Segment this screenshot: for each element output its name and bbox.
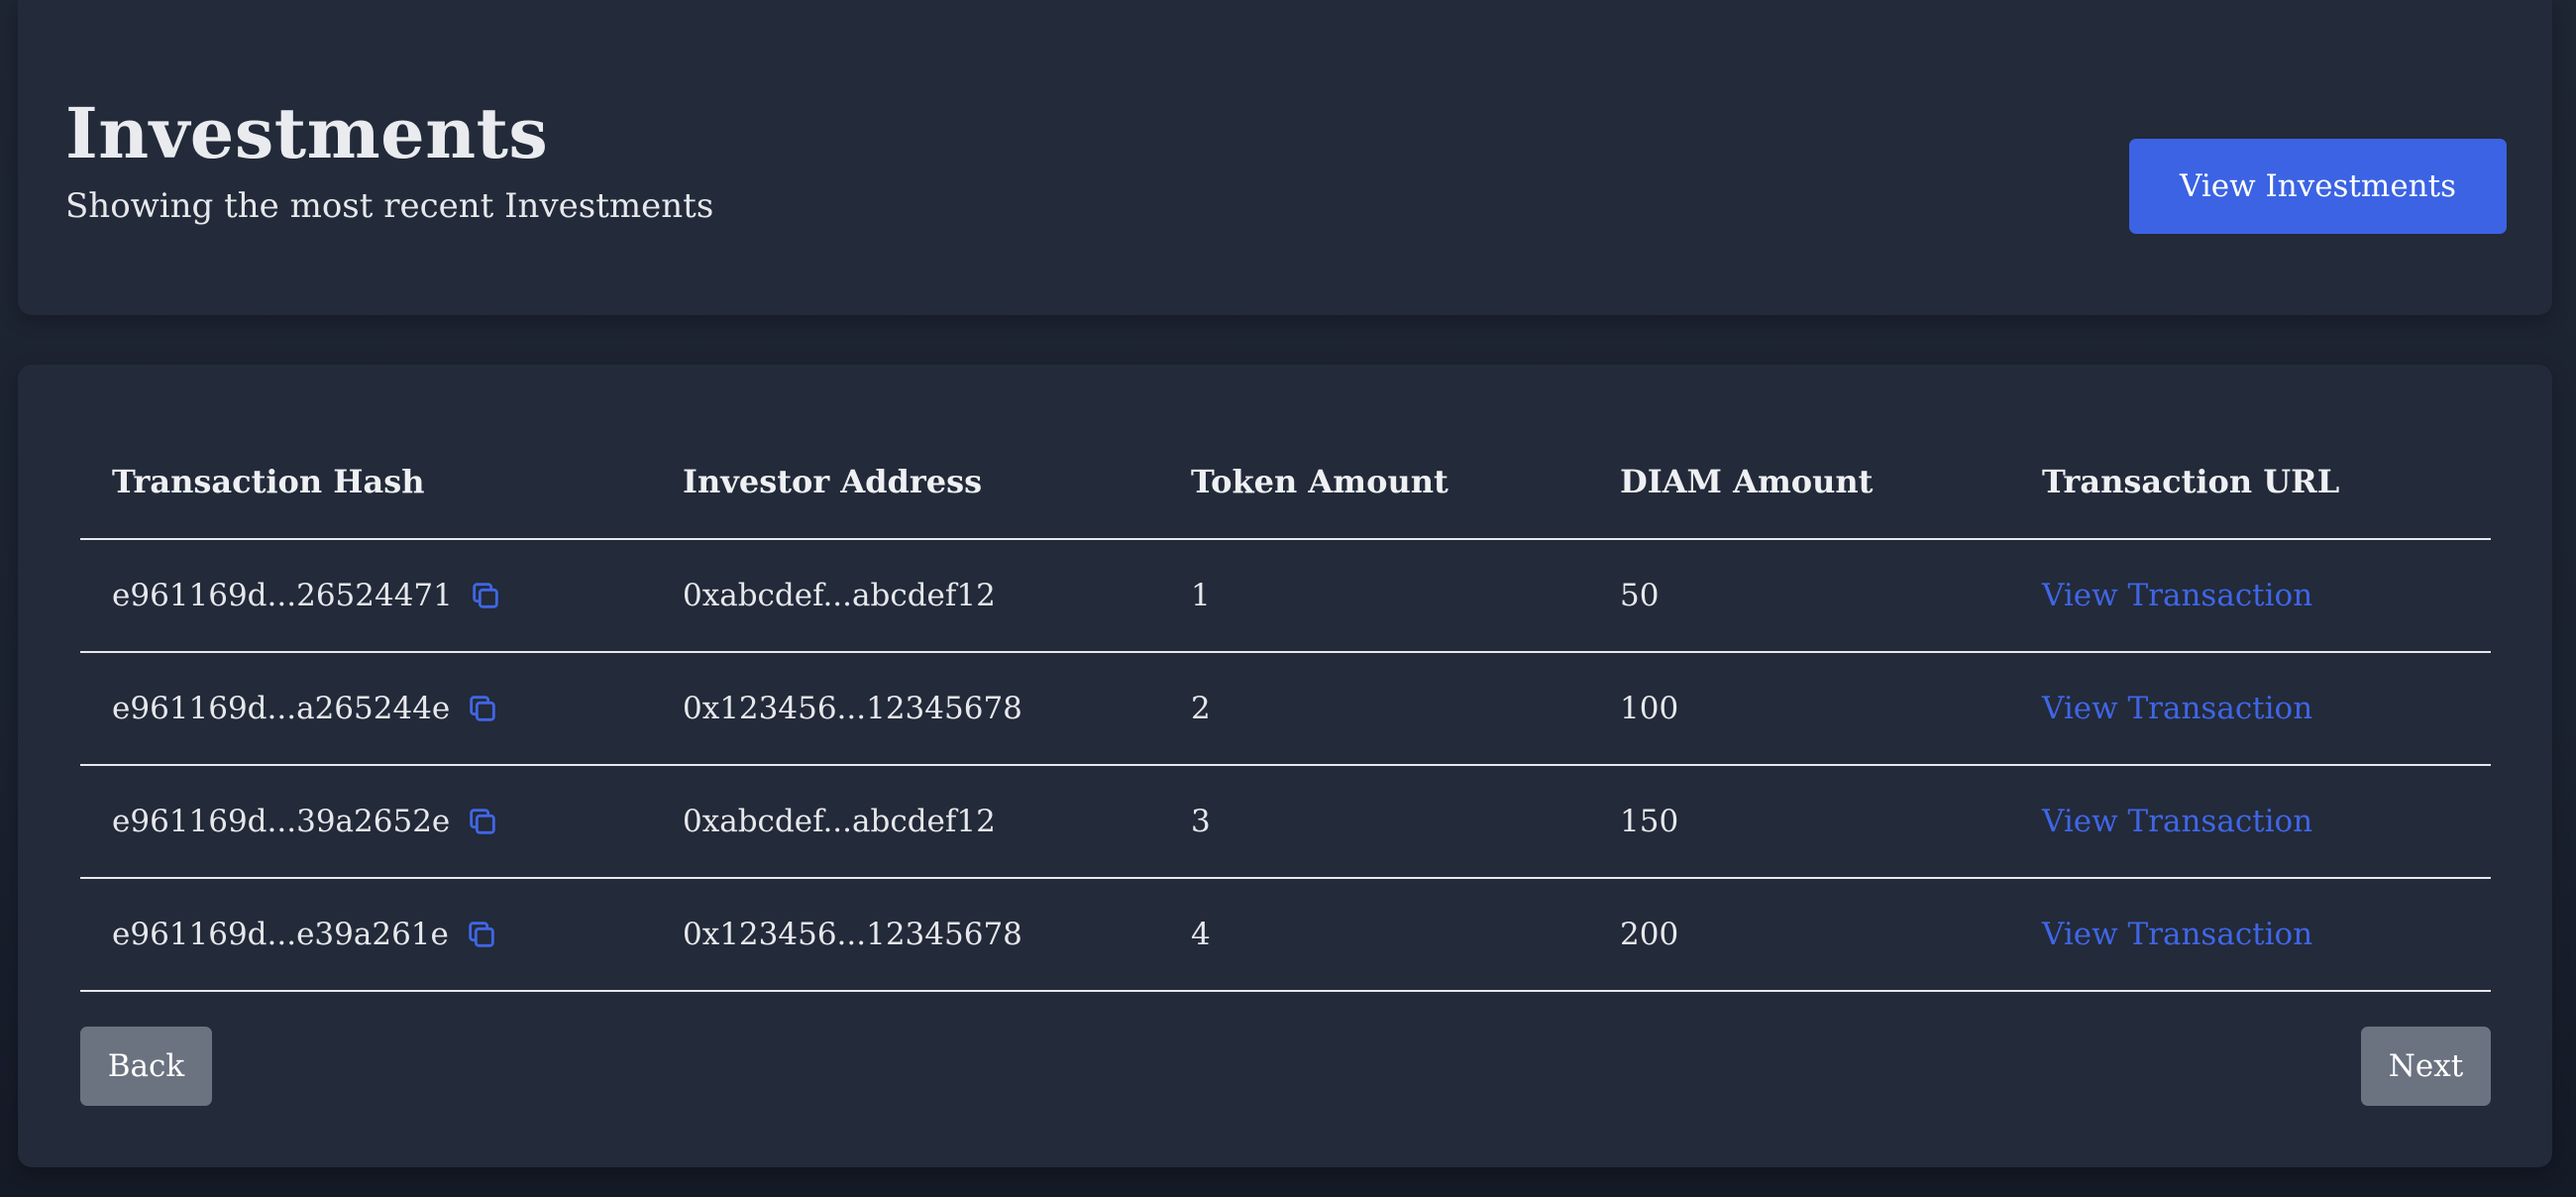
investor-address: 0xabcdef...abcdef12 (651, 539, 1159, 653)
back-button[interactable]: Back (80, 1027, 212, 1106)
transaction-hash-cell: e961169d...26524471 (80, 539, 651, 653)
table-header-row: Transaction Hash Investor Address Token … (80, 424, 2491, 540)
token-amount: 1 (1159, 539, 1588, 653)
table-row: e961169d...e39a261e 0x123456...12345678 … (80, 878, 2491, 992)
copy-icon[interactable] (469, 579, 502, 612)
token-amount: 3 (1159, 765, 1588, 879)
transaction-hash-cell: e961169d...a265244e (80, 652, 651, 766)
column-header-diam-amount: DIAM Amount (1588, 424, 2010, 540)
investments-table: Transaction Hash Investor Address Token … (80, 424, 2491, 992)
column-header-transaction-hash: Transaction Hash (80, 424, 651, 540)
investments-table-card: Transaction Hash Investor Address Token … (18, 365, 2552, 1167)
investor-address: 0xabcdef...abcdef12 (651, 765, 1159, 879)
transaction-url-cell: View Transaction (2010, 652, 2491, 766)
diam-amount: 100 (1588, 652, 2010, 766)
column-header-token-amount: Token Amount (1159, 424, 1588, 540)
transaction-url-cell: View Transaction (2010, 539, 2491, 653)
page-title: Investments (65, 92, 549, 174)
table-row: e961169d...39a2652e 0xabcdef...abcdef12 … (80, 765, 2491, 879)
view-investments-button[interactable]: View Investments (2129, 139, 2507, 234)
investor-address: 0x123456...12345678 (651, 878, 1159, 992)
view-transaction-link[interactable]: View Transaction (2042, 578, 2312, 613)
transaction-hash-cell: e961169d...e39a261e (80, 878, 651, 992)
transaction-hash: e961169d...39a2652e (112, 804, 451, 839)
copy-icon[interactable] (466, 692, 499, 725)
diam-amount: 150 (1588, 765, 2010, 879)
investor-address: 0x123456...12345678 (651, 652, 1159, 766)
column-header-investor-address: Investor Address (651, 424, 1159, 540)
copy-icon[interactable] (466, 805, 499, 838)
header-card: Investments Showing the most recent Inve… (18, 0, 2552, 315)
token-amount: 2 (1159, 652, 1588, 766)
copy-icon[interactable] (465, 918, 498, 951)
transaction-hash: e961169d...e39a261e (112, 917, 449, 952)
view-transaction-link[interactable]: View Transaction (2042, 691, 2312, 726)
diam-amount: 50 (1588, 539, 2010, 653)
page-subtitle: Showing the most recent Investments (65, 186, 714, 226)
transaction-hash-cell: e961169d...39a2652e (80, 765, 651, 879)
next-button[interactable]: Next (2361, 1027, 2491, 1106)
transaction-hash: e961169d...a265244e (112, 691, 451, 726)
view-transaction-link[interactable]: View Transaction (2042, 917, 2312, 952)
transaction-url-cell: View Transaction (2010, 765, 2491, 879)
table-row: e961169d...a265244e 0x123456...12345678 … (80, 652, 2491, 766)
diam-amount: 200 (1588, 878, 2010, 992)
transaction-hash: e961169d...26524471 (112, 578, 453, 613)
token-amount: 4 (1159, 878, 1588, 992)
table-row: e961169d...26524471 0xabcdef...abcdef12 … (80, 539, 2491, 653)
column-header-transaction-url: Transaction URL (2010, 424, 2491, 540)
view-transaction-link[interactable]: View Transaction (2042, 804, 2312, 839)
transaction-url-cell: View Transaction (2010, 878, 2491, 992)
table-container: Transaction Hash Investor Address Token … (80, 424, 2491, 992)
